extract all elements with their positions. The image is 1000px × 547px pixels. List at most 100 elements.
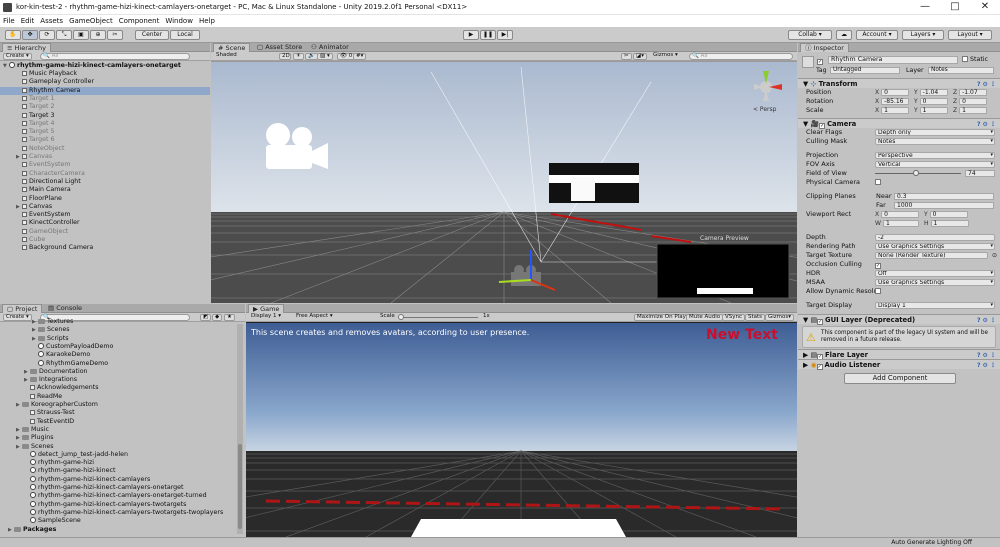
play-icon[interactable]: ▶ [463, 30, 479, 40]
object-picker-icon[interactable]: ⊙ [992, 251, 997, 260]
hierarchy-item[interactable]: CharacterCamera [0, 170, 85, 178]
viewport-x-field[interactable]: 0 [881, 211, 920, 218]
menu-help[interactable]: Help [196, 15, 218, 27]
project-item[interactable]: ▶ Textures [0, 318, 73, 326]
pause-icon[interactable]: ❚❚ [480, 30, 496, 40]
hierarchy-item[interactable]: Target 4 [0, 120, 55, 128]
scene-search-input[interactable]: 🔍 All [689, 53, 793, 60]
hierarchy-item[interactable]: Rhythm Camera [0, 86, 210, 95]
tab-scene[interactable]: # Scene [213, 43, 251, 52]
account-button[interactable]: Account ▾ [856, 30, 898, 40]
audio-listener-checkbox[interactable]: ✓ [816, 364, 823, 370]
transform-tool-icon[interactable]: ⊕ [90, 30, 106, 40]
maximize-on-play-button[interactable]: Maximize On Play [634, 314, 689, 321]
camera-header[interactable]: ▼ 🎥✓ Camera? ⚙ ⋮ [798, 118, 1000, 129]
gui-layer-checkbox[interactable]: ✓ [817, 319, 824, 325]
audio-listener-header[interactable]: ▶ ◉✓ Audio Listener? ⚙ ⋮ [798, 359, 1000, 371]
toggle-2d-button[interactable]: 2D [279, 53, 291, 60]
transform-header[interactable]: ▼ ⊹ Transform? ⚙ ⋮ [798, 78, 1000, 88]
hand-tool-icon[interactable]: ✋ [5, 30, 21, 40]
hierarchy-item[interactable]: ▶ Canvas [0, 153, 52, 161]
project-item[interactable]: ▶ Integrations [0, 376, 77, 384]
project-item[interactable]: ▶ Documentation [0, 368, 88, 376]
project-item[interactable]: rhythm-game-hizi-kinect-camlayers-twotar… [0, 500, 186, 509]
hierarchy-item[interactable]: Gameplay Controller [0, 78, 94, 86]
project-scrollbar-thumb[interactable] [238, 444, 242, 529]
minimize-icon[interactable]: — [910, 0, 940, 15]
game-gizmos-button[interactable]: Gizmos▾ [765, 314, 795, 321]
scale-slider[interactable] [398, 314, 478, 320]
grid-icon[interactable]: #▾ [353, 53, 367, 60]
scene-canvas[interactable]: < Persp [211, 62, 797, 303]
hierarchy-create-button[interactable]: Create ▾ [3, 53, 32, 60]
project-item[interactable]: KaraokeDemo [0, 351, 90, 359]
hierarchy-item[interactable]: NoteObject [0, 145, 64, 153]
tab-asset-store[interactable]: ▢ Asset Store [253, 43, 306, 52]
pivot-center-button[interactable]: Center [135, 30, 169, 40]
project-item[interactable]: ▶ Music [0, 426, 49, 434]
maximize-icon[interactable]: □ [940, 0, 970, 15]
depth-input[interactable]: -2 [875, 234, 995, 241]
hierarchy-item[interactable]: Target 1 [0, 95, 55, 103]
object-name-input[interactable]: Rhythm Camera [828, 56, 958, 64]
viewport-h-field[interactable]: 1 [930, 220, 969, 227]
project-item[interactable]: ▶ Scenes [0, 443, 53, 451]
culling-mask-dropdown[interactable]: Notes [875, 138, 995, 145]
hierarchy-item[interactable]: Target 6 [0, 136, 55, 144]
projection-dropdown[interactable]: Perspective [875, 152, 995, 159]
hierarchy-item[interactable]: GameObject [0, 228, 68, 236]
project-scrollbar[interactable] [237, 324, 243, 534]
hierarchy-item[interactable]: Target 3 [0, 112, 55, 120]
tab-game[interactable]: ▶ Game [248, 304, 285, 313]
hierarchy-item[interactable]: Target 5 [0, 128, 55, 136]
cloud-icon[interactable]: ☁ [836, 30, 852, 40]
rotation-y-field[interactable]: 0 [919, 98, 948, 105]
flare-layer-header[interactable]: ▶ ▤✓ Flare Layer? ⚙ ⋮ [798, 349, 1000, 360]
scale-y-field[interactable]: 1 [919, 107, 948, 114]
project-item[interactable]: rhythm-game-hizi-kinect-camlayers-twotar… [0, 508, 223, 517]
project-item[interactable]: Acknowledgements [0, 384, 99, 392]
filter-label-icon[interactable]: ◆ [212, 314, 223, 321]
rotate-tool-icon[interactable]: ⟳ [39, 30, 55, 40]
near-input[interactable]: 0.3 [894, 193, 994, 200]
scale-tool-icon[interactable]: ⤡ [56, 30, 72, 40]
rect-tool-icon[interactable]: ▣ [73, 30, 89, 40]
project-item[interactable]: rhythm-game-hizi-kinect-camlayers-onetar… [0, 492, 207, 500]
active-checkbox[interactable]: ✓ [817, 56, 825, 65]
tag-dropdown[interactable]: Untagged [830, 67, 900, 74]
tools-icon[interactable]: ✂ [621, 53, 632, 60]
add-component-button[interactable]: Add Component [844, 373, 956, 384]
vsync-button[interactable]: VSync [722, 314, 746, 321]
stats-button[interactable]: Stats [745, 314, 766, 321]
rotation-z-field[interactable]: 0 [959, 98, 988, 105]
project-item[interactable]: ▶ Scripts [0, 335, 69, 343]
layers-button[interactable]: Layers ▾ [902, 30, 944, 40]
audio-listener-menu-icon[interactable]: ? ⚙ ⋮ [977, 361, 996, 371]
step-icon[interactable]: ▶| [497, 30, 513, 40]
project-item[interactable]: SampleScene [0, 517, 81, 525]
target-display-dropdown[interactable]: Display 1 [875, 302, 995, 309]
hierarchy-item[interactable]: EventSystem [0, 211, 71, 219]
viewport-y-field[interactable]: 0 [929, 211, 968, 218]
fov-slider-handle[interactable] [913, 170, 919, 176]
layer-dropdown[interactable]: Notes [928, 67, 994, 74]
custom-tool-icon[interactable]: ✂ [107, 30, 123, 40]
project-item[interactable]: ▶ Scenes [0, 326, 69, 334]
project-item[interactable]: ▶ Packages [0, 526, 56, 534]
aspect-dropdown[interactable]: Free Aspect ▾ [294, 313, 374, 321]
menu-gameobject[interactable]: GameObject [66, 15, 116, 27]
display-dropdown[interactable]: Display 1 ▾ [249, 313, 289, 321]
hierarchy-item[interactable]: EventSystem [0, 161, 71, 169]
tab-console[interactable]: ▤ Console [44, 304, 86, 313]
project-item[interactable]: rhythm-game-hizi-kinect-camlayers [0, 475, 150, 484]
hierarchy-search-input[interactable]: 🔍 All [40, 53, 190, 60]
clear-flags-dropdown[interactable]: Depth only [875, 129, 995, 136]
tab-inspector[interactable]: ⓘ Inspector [800, 43, 849, 52]
shading-mode-dropdown[interactable]: Shaded [214, 52, 276, 60]
project-item[interactable]: ▶ Plugins [0, 434, 54, 442]
move-tool-icon[interactable]: ✥ [22, 30, 38, 40]
menu-assets[interactable]: Assets [37, 15, 66, 27]
filter-type-icon[interactable]: ◩ [200, 314, 212, 321]
hierarchy-item[interactable]: FloorPlane [0, 195, 62, 203]
project-item[interactable]: rhythm-game-hizi-kinect [0, 467, 115, 475]
